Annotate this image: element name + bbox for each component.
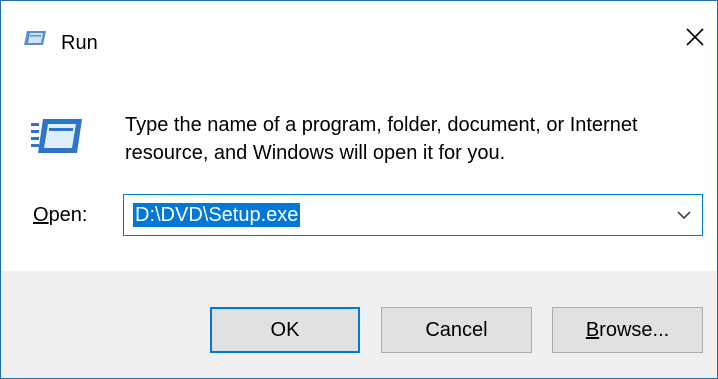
- open-label-rest: pen:: [48, 204, 88, 226]
- button-bar: OK Cancel Browse...: [1, 271, 717, 378]
- ok-button[interactable]: OK: [210, 307, 360, 353]
- browse-accelerator: B: [585, 318, 600, 341]
- run-icon: [23, 29, 47, 47]
- run-description: Type the name of a program, folder, docu…: [125, 114, 638, 164]
- cancel-button[interactable]: Cancel: [381, 307, 532, 353]
- chevron-down-icon[interactable]: [672, 201, 696, 229]
- close-icon: [685, 27, 705, 52]
- run-dialog: Run Type the name of a program, folder, …: [0, 0, 718, 379]
- run-icon: [31, 115, 83, 155]
- browse-label-rest: rowse...: [599, 318, 670, 341]
- title-bar: Run: [1, 1, 717, 59]
- dialog-body: Type the name of a program, folder, docu…: [1, 59, 717, 271]
- browse-button[interactable]: Browse...: [552, 307, 703, 353]
- open-label-accelerator: O: [33, 204, 49, 226]
- close-button[interactable]: [673, 19, 717, 59]
- open-input-value[interactable]: D:\DVD\Setup.exe: [133, 203, 301, 227]
- open-combobox[interactable]: D:\DVD\Setup.exe: [123, 194, 703, 236]
- window-title: Run: [61, 32, 98, 54]
- open-label: Open:: [33, 204, 88, 227]
